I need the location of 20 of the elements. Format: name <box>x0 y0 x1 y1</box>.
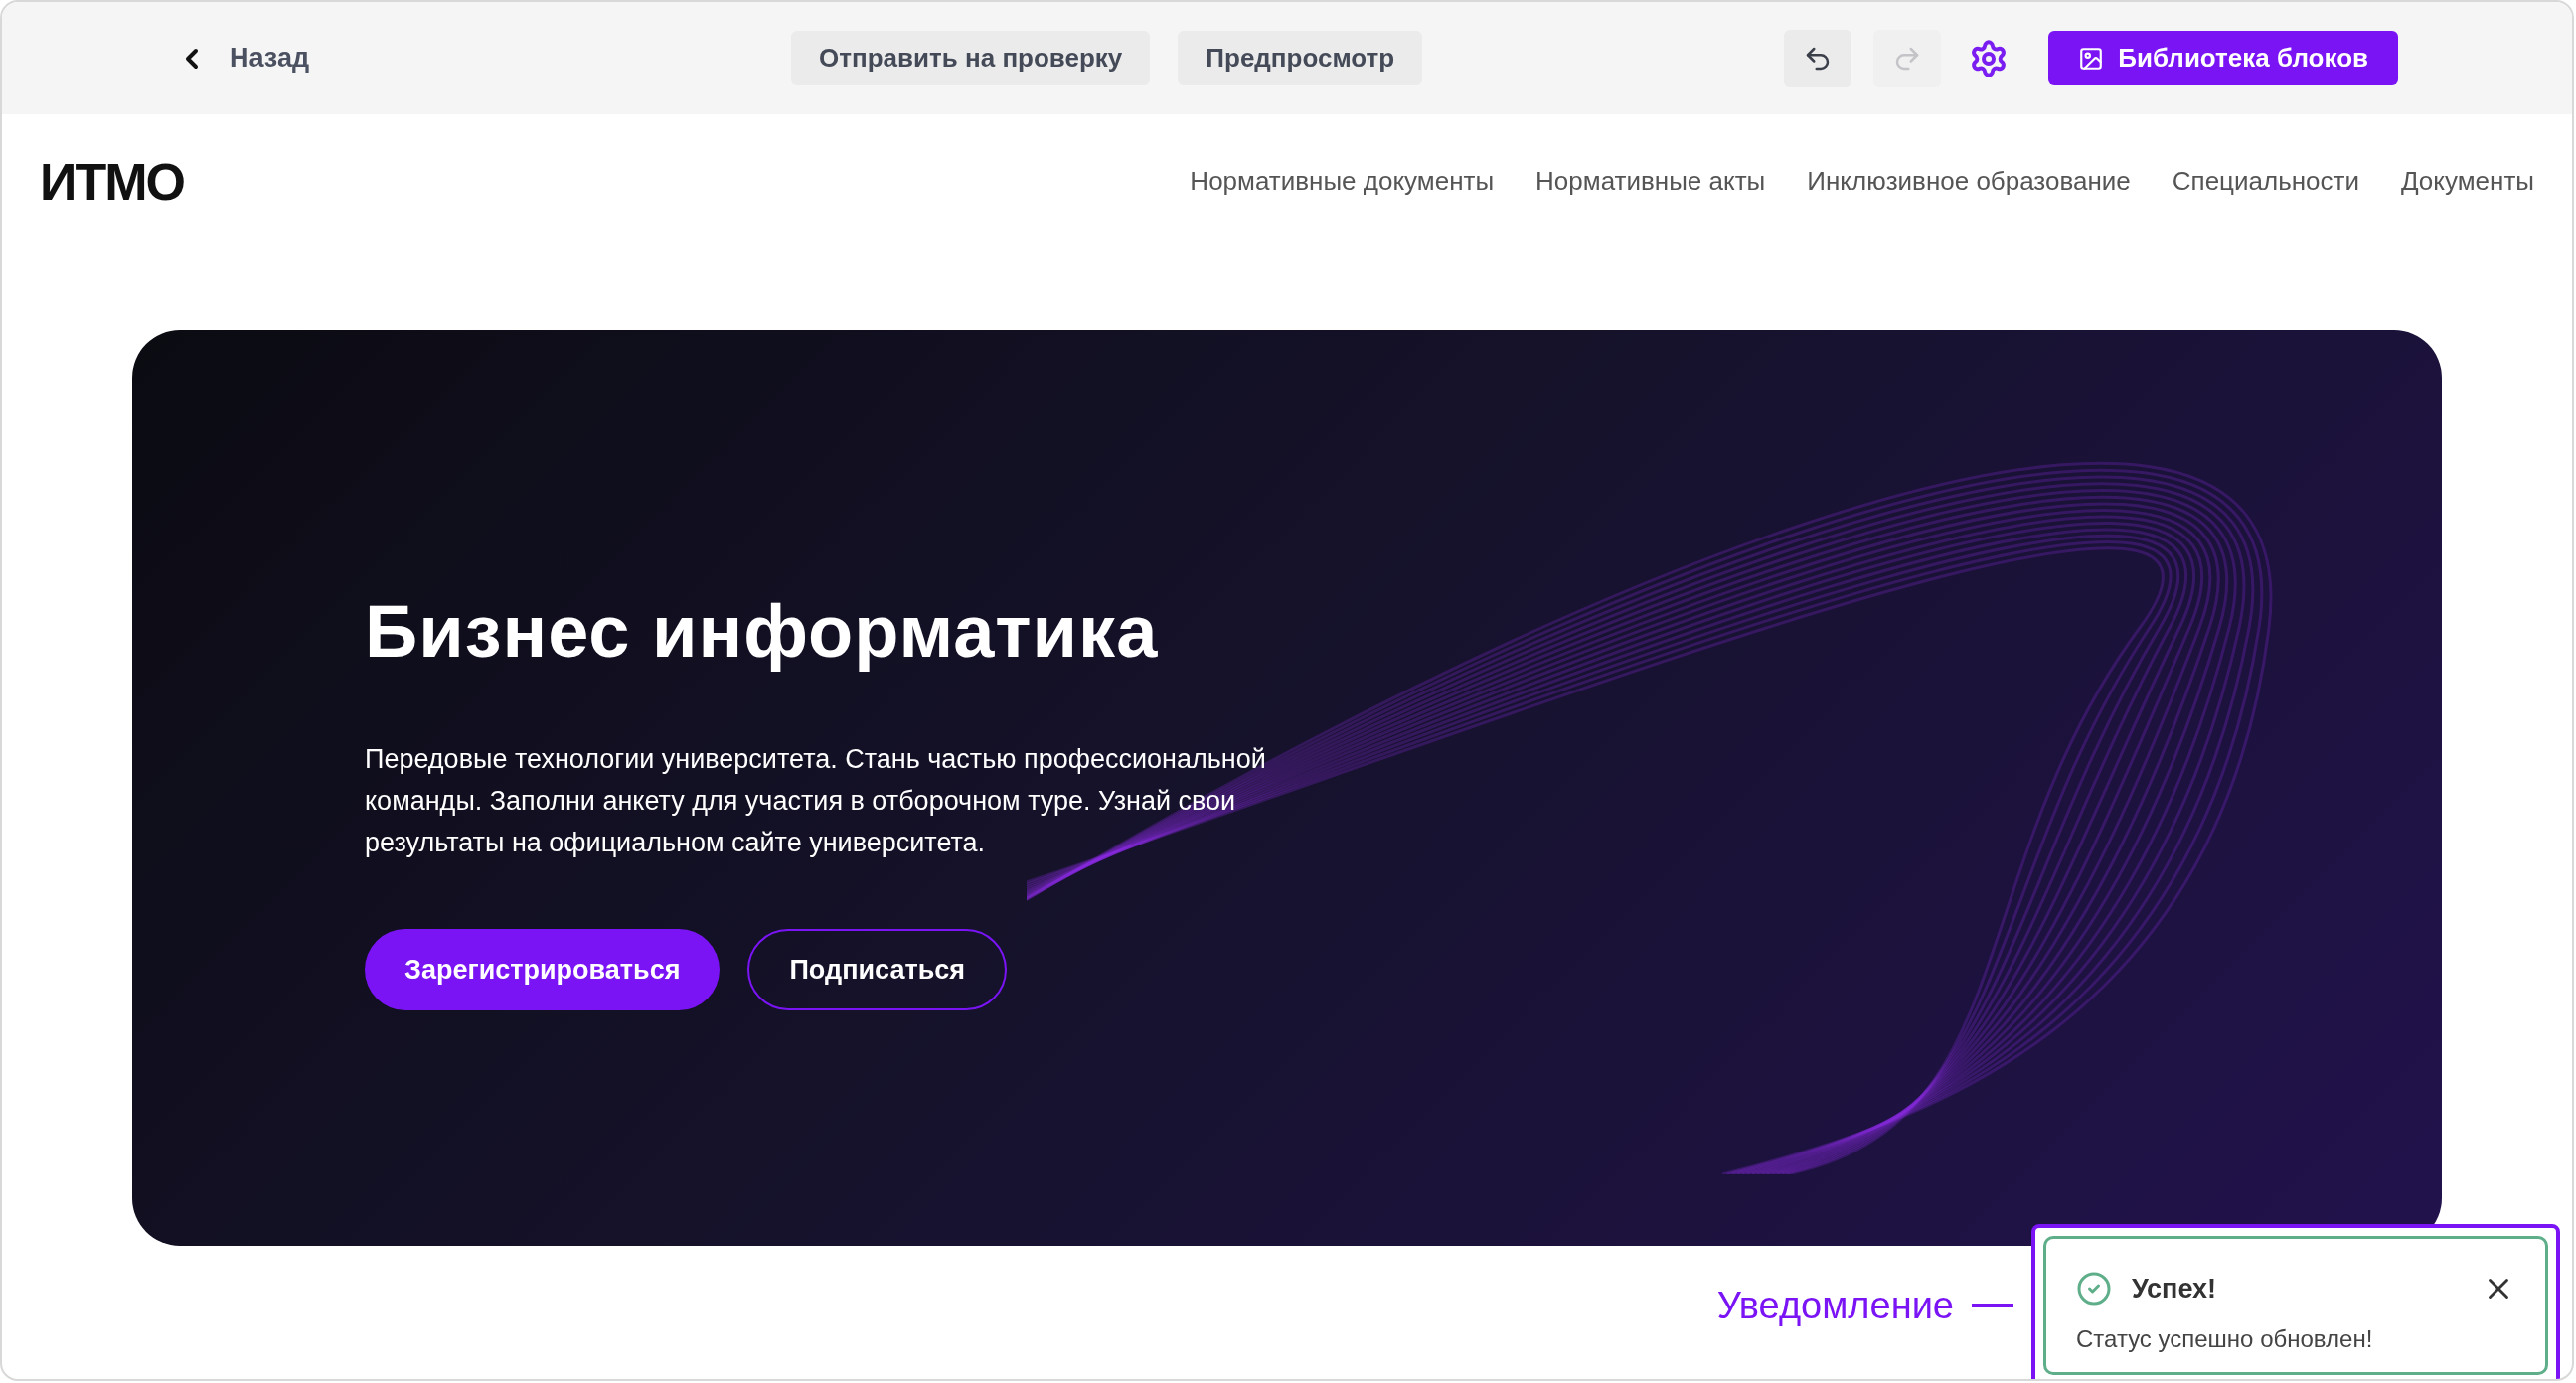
nav-link[interactable]: Специальности <box>2172 162 2359 201</box>
nav-link[interactable]: Нормативные документы <box>1190 162 1495 201</box>
toolbar-button[interactable]: Отправить на проверку <box>791 31 1151 85</box>
nav-link[interactable]: Нормативные акты <box>1535 162 1766 201</box>
nav-link[interactable]: Документы <box>2400 162 2534 201</box>
toast-title: Успех! <box>2132 1273 2217 1306</box>
block-library-button[interactable]: Библиотека блоков <box>2048 31 2398 85</box>
hero-title: Бизнес информатика <box>365 589 1160 675</box>
logo: ИТМО <box>40 151 184 213</box>
callout-label: Уведомление <box>1716 1283 1954 1328</box>
image-icon <box>2078 45 2105 72</box>
register-button[interactable]: Зарегистрироваться <box>365 929 721 1010</box>
hero-description: Передовые технологии университета. Стань частью профессиональной команды. Заполни анкету для участия в отборочном туре. Узнай свои результаты на официальном сайте университета. <box>365 743 1267 859</box>
undo-button[interactable] <box>1784 29 1852 87</box>
check-circle-icon <box>2076 1271 2112 1307</box>
toast-message: Статус успешно обновлен! <box>2076 1323 2374 1354</box>
nav-link[interactable]: Инклюзивное образование <box>1807 162 2131 201</box>
toolbar-button[interactable]: Предпросмотр <box>1178 31 1423 85</box>
back-link[interactable]: Назад <box>176 38 310 78</box>
subscribe-button[interactable]: Подписаться <box>747 929 1007 1010</box>
